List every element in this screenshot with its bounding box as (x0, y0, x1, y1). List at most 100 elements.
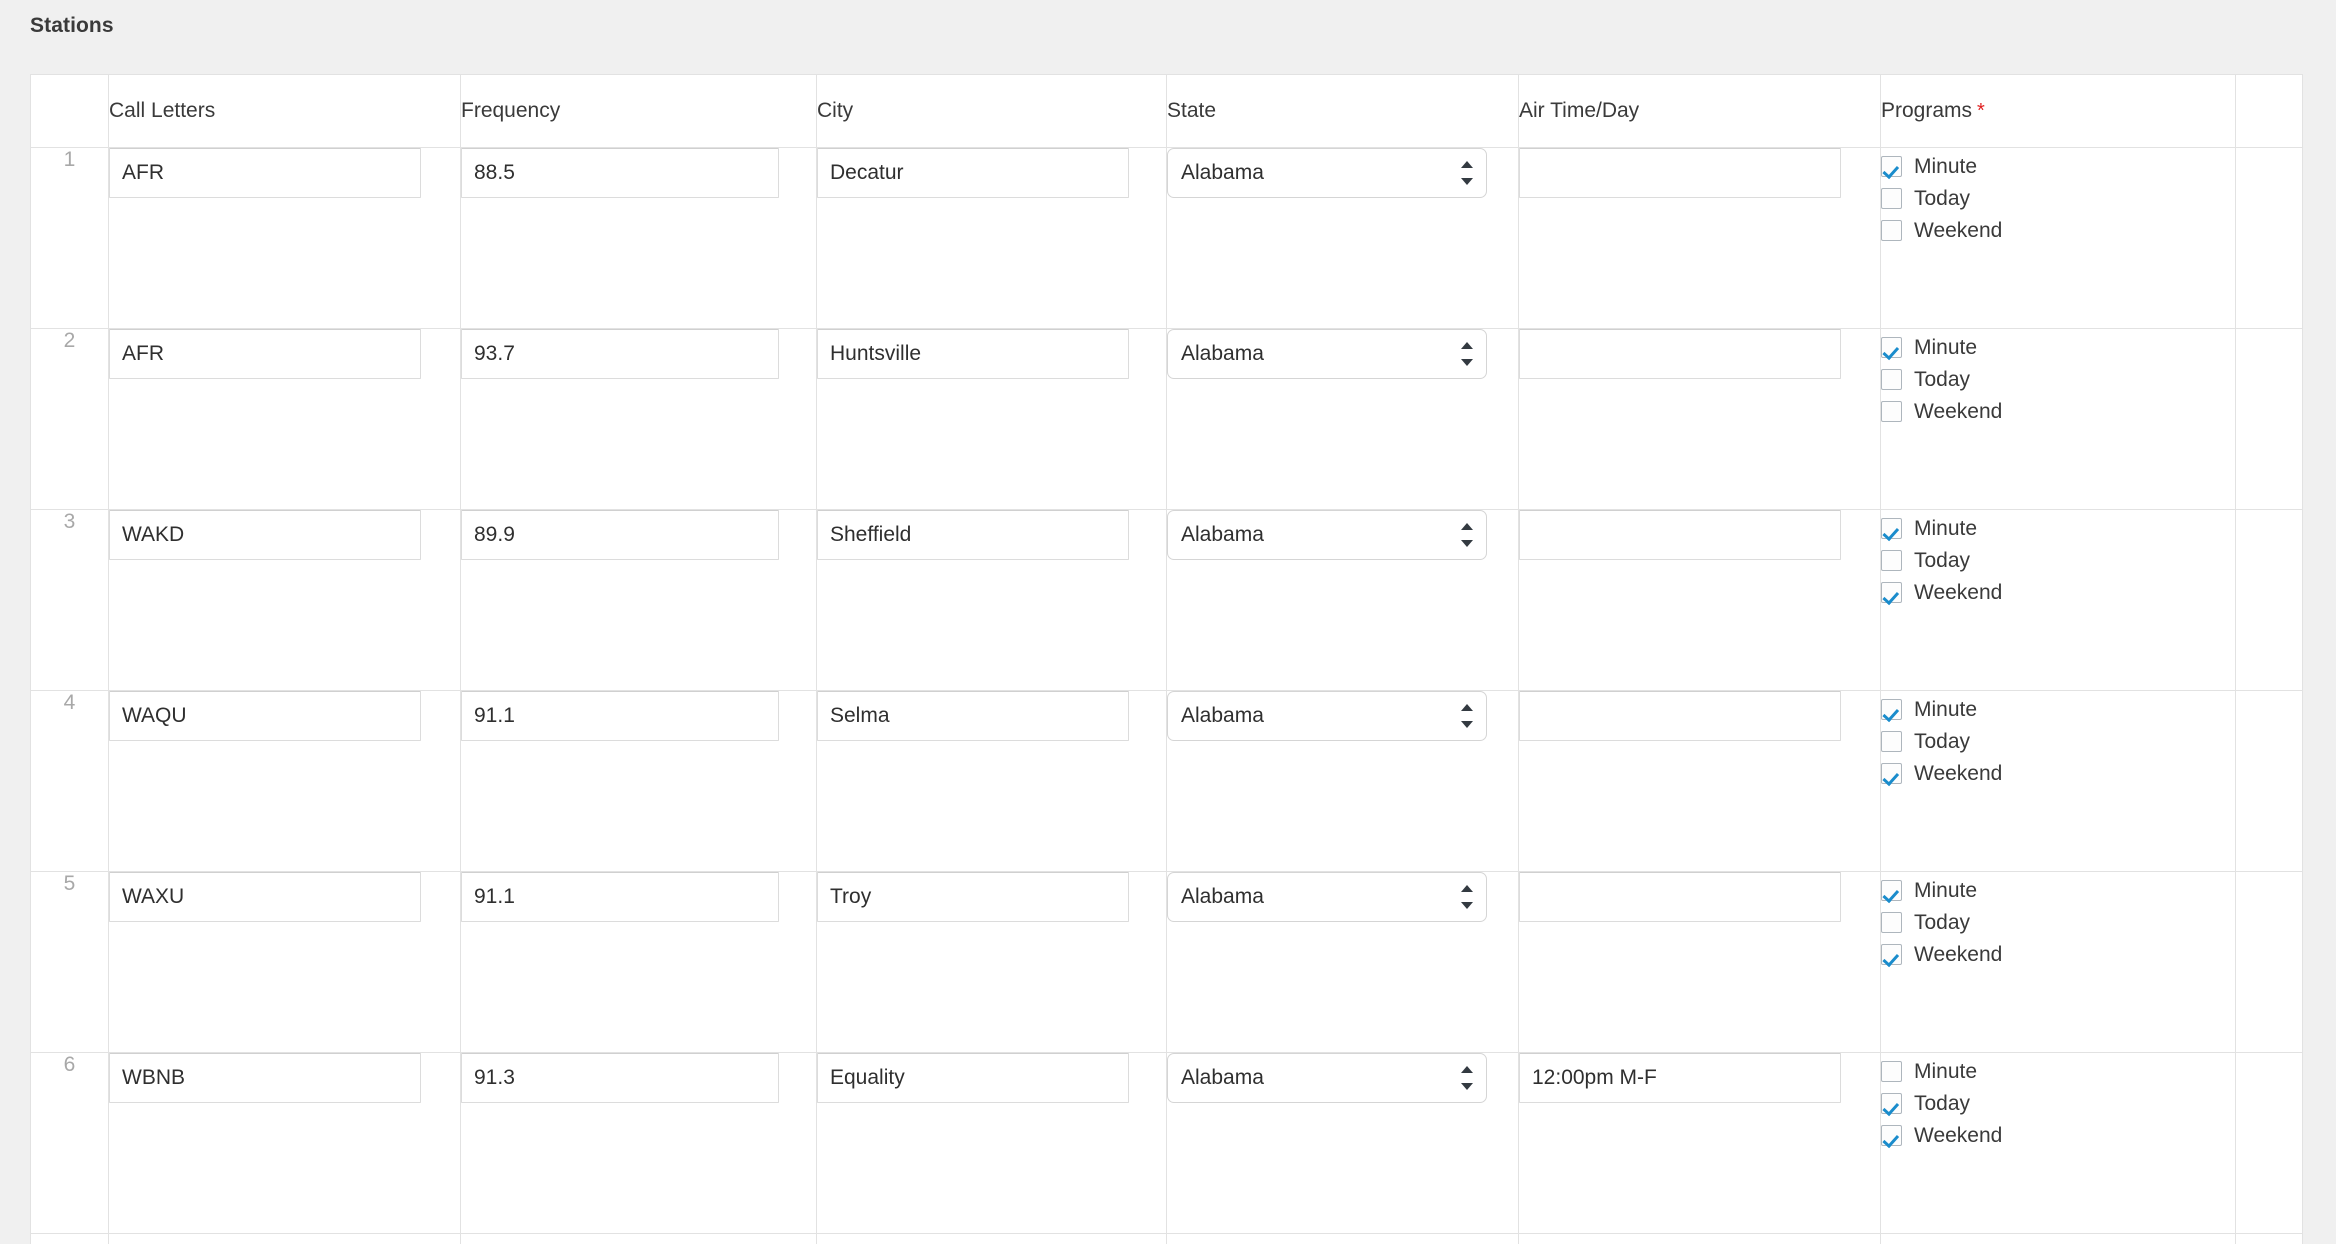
program-label: Minute (1914, 878, 1978, 902)
program-checkbox-minute[interactable]: Minute (1881, 1055, 2235, 1087)
program-checkbox-minute[interactable]: Minute (1881, 693, 2235, 725)
state-select[interactable]: Alabama (1167, 510, 1487, 560)
checkbox-checked-icon[interactable] (1881, 1092, 1902, 1114)
stations-table: Call Letters Frequency City State Air Ti… (30, 74, 2303, 1244)
checkbox-checked-icon[interactable] (1881, 336, 1902, 358)
frequency-input[interactable]: 91.3 (461, 1053, 779, 1103)
program-checkbox-today[interactable]: Today (1881, 544, 2235, 576)
program-label: Weekend (1914, 942, 2003, 966)
program-label: Today (1914, 1091, 1971, 1115)
column-header-frequency: Frequency (460, 74, 817, 148)
city-input[interactable]: Equality (817, 1053, 1129, 1103)
call-letters-input[interactable]: WAKD (109, 510, 421, 560)
checkbox-unchecked-icon[interactable] (1881, 549, 1902, 571)
program-checkbox-weekend[interactable]: Weekend (1881, 938, 2235, 970)
column-header-air-time: Air Time/Day (1518, 74, 1881, 148)
program-checkbox-minute[interactable]: Minute (1881, 512, 2235, 544)
row-actions-cell[interactable] (2235, 328, 2303, 510)
checkbox-unchecked-icon[interactable] (1881, 187, 1902, 209)
air-time-input[interactable] (1519, 329, 1841, 379)
program-label: Weekend (1914, 1123, 2003, 1147)
row-actions-cell[interactable] (2235, 147, 2303, 329)
checkbox-checked-icon[interactable] (1881, 943, 1902, 965)
row-number (30, 1233, 109, 1244)
program-checkbox-today[interactable]: Today (1881, 725, 2235, 757)
frequency-input[interactable]: 93.7 (461, 329, 779, 379)
programs-cell: Minute Today Weekend (1880, 509, 2236, 691)
row-actions-cell[interactable] (2235, 871, 2303, 1053)
state-select[interactable]: Alabama (1167, 329, 1487, 379)
checkbox-unchecked-icon[interactable] (1881, 219, 1902, 241)
checkbox-checked-icon[interactable] (1881, 879, 1902, 901)
call-letters-input[interactable]: WAXU (109, 872, 421, 922)
air-time-input[interactable] (1519, 148, 1841, 198)
frequency-cell: 91.3 (460, 1052, 817, 1234)
frequency-input[interactable]: 91.1 (461, 691, 779, 741)
air-time-cell (1518, 690, 1881, 872)
row-actions-cell[interactable] (2235, 690, 2303, 872)
program-checkbox-weekend[interactable]: Weekend (1881, 576, 2235, 608)
program-checkbox-weekend[interactable]: Weekend (1881, 214, 2235, 246)
city-cell: Sheffield (816, 509, 1167, 691)
checkbox-unchecked-icon[interactable] (1881, 400, 1902, 422)
state-select[interactable]: Alabama (1167, 1053, 1487, 1103)
programs-cell: Minute Today Weekend (1880, 871, 2236, 1053)
call-letters-cell: AFR (108, 328, 461, 510)
program-checkbox-minute[interactable]: Minute (1881, 874, 2235, 906)
air-time-input[interactable]: 12:00pm M-F (1519, 1053, 1841, 1103)
air-time-input[interactable] (1519, 691, 1841, 741)
frequency-input[interactable]: 89.9 (461, 510, 779, 560)
frequency-input[interactable]: 91.1 (461, 872, 779, 922)
program-checkbox-today[interactable]: Today (1881, 906, 2235, 938)
checkbox-checked-icon[interactable] (1881, 1124, 1902, 1146)
city-cell: Selma (816, 690, 1167, 872)
checkbox-unchecked-icon[interactable] (1881, 911, 1902, 933)
row-number: 5 (30, 871, 109, 1053)
checkbox-unchecked-icon[interactable] (1881, 1060, 1902, 1082)
city-input[interactable]: Selma (817, 691, 1129, 741)
air-time-cell (1518, 328, 1881, 510)
call-letters-input[interactable]: WBNB (109, 1053, 421, 1103)
city-input[interactable]: Decatur (817, 148, 1129, 198)
air-time-cell (1518, 509, 1881, 691)
state-select[interactable]: Alabama (1167, 148, 1487, 198)
checkbox-checked-icon[interactable] (1881, 581, 1902, 603)
call-letters-input[interactable]: AFR (109, 148, 421, 198)
checkbox-unchecked-icon[interactable] (1881, 368, 1902, 390)
air-time-input[interactable] (1519, 872, 1841, 922)
program-checkbox-weekend[interactable]: Weekend (1881, 1119, 2235, 1151)
program-checkbox-weekend[interactable]: Weekend (1881, 395, 2235, 427)
row-number: 3 (30, 509, 109, 691)
frequency-cell: 91.1 (460, 690, 817, 872)
state-select[interactable]: Alabama (1167, 872, 1487, 922)
checkbox-checked-icon[interactable] (1881, 517, 1902, 539)
program-checkbox-weekend[interactable]: Weekend (1881, 757, 2235, 789)
page-root: Stations Call Letters Frequency City Sta… (0, 0, 2336, 1244)
frequency-input[interactable]: 88.5 (461, 148, 779, 198)
city-input[interactable]: Huntsville (817, 329, 1129, 379)
row-actions-cell[interactable] (2235, 1052, 2303, 1234)
city-input[interactable]: Troy (817, 872, 1129, 922)
state-cell: Alabama (1166, 1052, 1519, 1234)
checkbox-checked-icon[interactable] (1881, 762, 1902, 784)
state-select[interactable]: Alabama (1167, 691, 1487, 741)
checkbox-unchecked-icon[interactable] (1881, 730, 1902, 752)
column-header-call-letters: Call Letters (108, 74, 461, 148)
checkbox-checked-icon[interactable] (1881, 698, 1902, 720)
program-checkbox-today[interactable]: Today (1881, 1087, 2235, 1119)
checkbox-checked-icon[interactable] (1881, 155, 1902, 177)
row-actions-cell[interactable] (2235, 509, 2303, 691)
air-time-cell: 12:00pm M-F (1518, 1052, 1881, 1234)
call-letters-input[interactable]: AFR (109, 329, 421, 379)
programs-checkbox-group: Minute Today Weekend (1881, 691, 2235, 789)
program-checkbox-minute[interactable]: Minute (1881, 331, 2235, 363)
program-checkbox-today[interactable]: Today (1881, 182, 2235, 214)
program-checkbox-today[interactable]: Today (1881, 363, 2235, 395)
air-time-input[interactable] (1519, 510, 1841, 560)
call-letters-input[interactable]: WAQU (109, 691, 421, 741)
table-header-row: Call Letters Frequency City State Air Ti… (30, 74, 2303, 148)
column-header-city: City (816, 74, 1167, 148)
city-input[interactable]: Sheffield (817, 510, 1129, 560)
program-checkbox-minute[interactable]: Minute (1881, 150, 2235, 182)
city-cell: Decatur (816, 147, 1167, 329)
